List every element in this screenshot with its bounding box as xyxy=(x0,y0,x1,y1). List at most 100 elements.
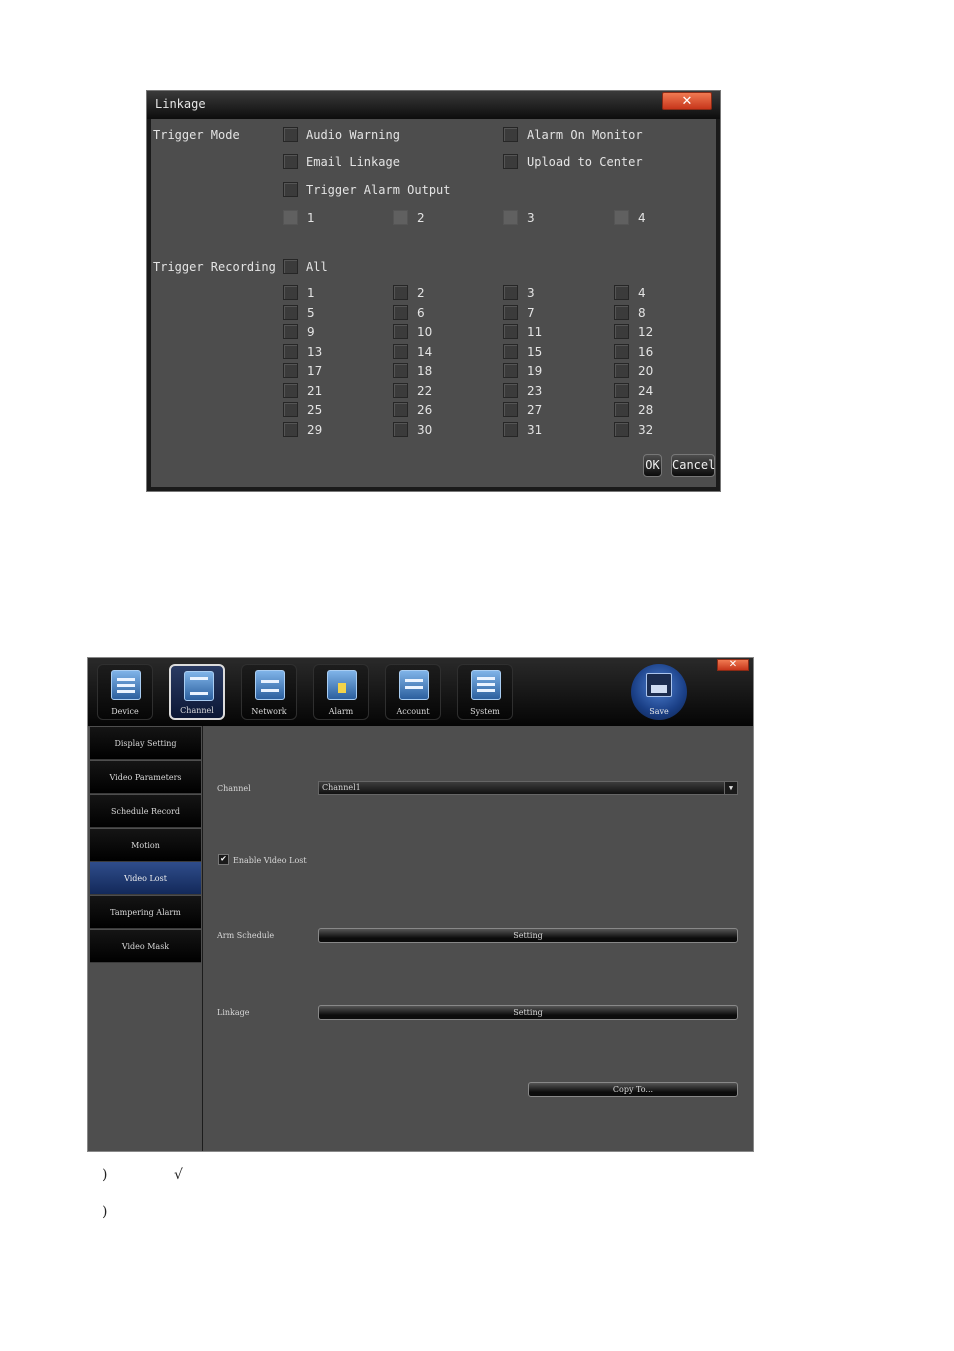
trigger-alarm-output-checkbox[interactable] xyxy=(283,182,298,197)
channel-6-checkbox[interactable] xyxy=(393,305,408,320)
sidebar-item-schedule-record[interactable]: Schedule Record xyxy=(90,795,201,828)
channel-9-checkbox[interactable] xyxy=(283,324,298,339)
toolbar-system-button[interactable]: System xyxy=(457,664,513,720)
channel-8-checkbox[interactable] xyxy=(614,305,629,320)
channel-29-checkbox[interactable] xyxy=(283,422,298,437)
audio-warning-checkbox[interactable] xyxy=(283,127,298,142)
channel-14-checkbox[interactable] xyxy=(393,344,408,359)
toolbar: ✕ Device Channel Network Alarm Account S… xyxy=(88,658,753,726)
channel-1-label: 1 xyxy=(307,286,315,300)
sidebar-item-display-setting[interactable]: Display Setting xyxy=(90,727,201,760)
upload-to-center-checkbox[interactable] xyxy=(503,154,518,169)
ok-button[interactable]: OK xyxy=(643,454,662,477)
enable-video-lost-checkbox[interactable]: ✔ xyxy=(218,854,229,865)
channel-16-checkbox[interactable] xyxy=(614,344,629,359)
alarm-icon xyxy=(327,670,357,700)
channel-12-label: 12 xyxy=(638,325,654,339)
footer-paren-1: ) xyxy=(102,1167,108,1183)
channel-5-checkbox[interactable] xyxy=(283,305,298,320)
arm-schedule-setting-button[interactable]: Setting xyxy=(318,928,738,943)
linkage-dialog-titlebar: Linkage ✕ xyxy=(147,91,720,119)
channel-7-checkbox[interactable] xyxy=(503,305,518,320)
close-icon[interactable]: ✕ xyxy=(662,92,712,110)
channel-2-label: 2 xyxy=(417,286,425,300)
sidebar-item-tampering-alarm[interactable]: Tampering Alarm xyxy=(90,896,201,929)
channel-select-value: Channel1 xyxy=(322,783,361,792)
channel-28-label: 28 xyxy=(638,403,654,417)
channel-32-checkbox[interactable] xyxy=(614,422,629,437)
toolbar-account-button[interactable]: Account xyxy=(385,664,441,720)
content-panel: Channel Channel1 ▼ ✔ Enable Video Lost A… xyxy=(203,726,753,1151)
close-icon[interactable]: ✕ xyxy=(717,659,749,671)
copy-to-button[interactable]: Copy To... xyxy=(528,1082,738,1097)
trigger-recording-label: Trigger Recording xyxy=(153,260,276,274)
trigger-mode-label: Trigger Mode xyxy=(153,128,240,142)
channel-22-label: 22 xyxy=(417,384,433,398)
channel-25-checkbox[interactable] xyxy=(283,402,298,417)
toolbar-network-button[interactable]: Network xyxy=(241,664,297,720)
channel-23-label: 23 xyxy=(527,384,543,398)
channel-21-checkbox[interactable] xyxy=(283,383,298,398)
channel-17-checkbox[interactable] xyxy=(283,363,298,378)
channel-24-checkbox[interactable] xyxy=(614,383,629,398)
all-channels-checkbox[interactable] xyxy=(283,259,298,274)
sidebar-item-video-mask[interactable]: Video Mask xyxy=(90,930,201,963)
channel-12-checkbox[interactable] xyxy=(614,324,629,339)
channel-1-checkbox[interactable] xyxy=(283,285,298,300)
channel-5-label: 5 xyxy=(307,306,315,320)
channel-20-checkbox[interactable] xyxy=(614,363,629,378)
channel-29-label: 29 xyxy=(307,423,323,437)
toolbar-device-label: Device xyxy=(111,707,139,716)
linkage-setting-button[interactable]: Setting xyxy=(318,1005,738,1020)
network-icon xyxy=(255,670,285,700)
channel-4-label: 4 xyxy=(638,286,646,300)
email-linkage-checkbox[interactable] xyxy=(283,154,298,169)
account-icon xyxy=(399,670,429,700)
alarm-output-4-label: 4 xyxy=(638,211,646,225)
channel-15-label: 15 xyxy=(527,345,543,359)
channel-30-checkbox[interactable] xyxy=(393,422,408,437)
channel-23-checkbox[interactable] xyxy=(503,383,518,398)
alarm-output-1-label: 1 xyxy=(307,211,315,225)
chevron-down-icon[interactable]: ▼ xyxy=(724,782,737,794)
toolbar-account-label: Account xyxy=(396,707,430,716)
sidebar-item-video-parameters[interactable]: Video Parameters xyxy=(90,761,201,794)
channel-26-checkbox[interactable] xyxy=(393,402,408,417)
toolbar-device-button[interactable]: Device xyxy=(97,664,153,720)
linkage-label: Linkage xyxy=(217,1008,250,1017)
channel-28-checkbox[interactable] xyxy=(614,402,629,417)
channel-16-label: 16 xyxy=(638,345,654,359)
cancel-button[interactable]: Cancel xyxy=(671,454,715,477)
channel-select[interactable]: Channel1 ▼ xyxy=(318,781,738,795)
sidebar-item-video-lost[interactable]: Video Lost xyxy=(90,862,201,895)
channel-7-label: 7 xyxy=(527,306,535,320)
alarm-on-monitor-checkbox[interactable] xyxy=(503,127,518,142)
sidebar-item-motion[interactable]: Motion xyxy=(90,829,201,862)
linkage-dialog: Linkage ✕ Trigger Mode Audio Warning Ala… xyxy=(146,90,721,492)
channel-icon xyxy=(184,671,214,701)
channel-18-checkbox[interactable] xyxy=(393,363,408,378)
save-button[interactable]: Save xyxy=(631,664,687,720)
alarm-output-3-label: 3 xyxy=(527,211,535,225)
channel-19-checkbox[interactable] xyxy=(503,363,518,378)
channel-13-checkbox[interactable] xyxy=(283,344,298,359)
channel-11-checkbox[interactable] xyxy=(503,324,518,339)
channel-15-checkbox[interactable] xyxy=(503,344,518,359)
channel-2-checkbox[interactable] xyxy=(393,285,408,300)
channel-27-checkbox[interactable] xyxy=(503,402,518,417)
trigger-alarm-output-label: Trigger Alarm Output xyxy=(306,183,451,197)
toolbar-channel-button[interactable]: Channel xyxy=(169,664,225,720)
channel-31-checkbox[interactable] xyxy=(503,422,518,437)
toolbar-network-label: Network xyxy=(251,707,287,716)
channel-10-checkbox[interactable] xyxy=(393,324,408,339)
channel-25-label: 25 xyxy=(307,403,323,417)
alarm-output-4-checkbox xyxy=(614,210,629,225)
toolbar-alarm-button[interactable]: Alarm xyxy=(313,664,369,720)
enable-video-lost-label: Enable Video Lost xyxy=(233,856,307,865)
channel-22-checkbox[interactable] xyxy=(393,383,408,398)
channel-4-checkbox[interactable] xyxy=(614,285,629,300)
channel-3-checkbox[interactable] xyxy=(503,285,518,300)
arm-schedule-label: Arm Schedule xyxy=(217,931,275,940)
linkage-dialog-body: Trigger Mode Audio Warning Alarm On Moni… xyxy=(151,119,716,487)
channel-32-label: 32 xyxy=(638,423,654,437)
